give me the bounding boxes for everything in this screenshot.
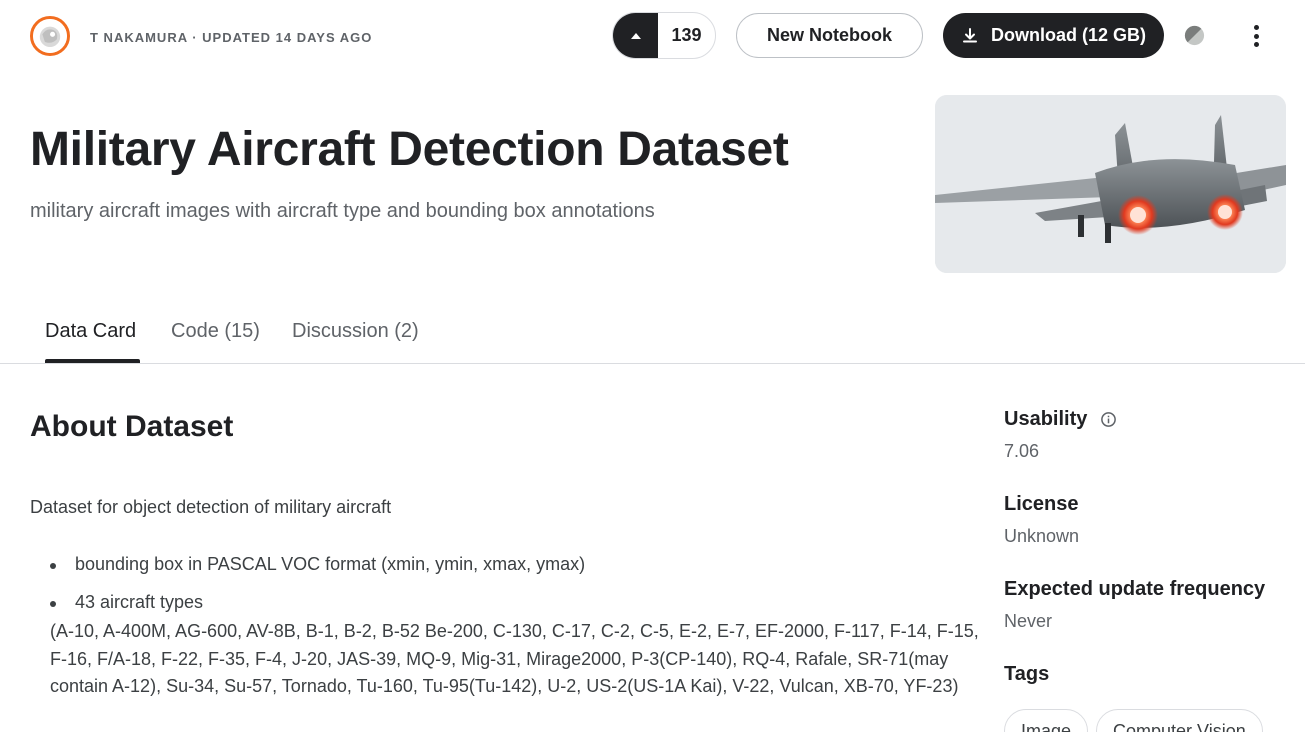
tab-discussion[interactable]: Discussion (2) [292,320,419,343]
top-bar: T NAKAMURA · UPDATED 14 DAYS AGO 139 New… [0,0,1305,72]
info-icon[interactable] [1100,411,1117,428]
tags-label: Tags [1004,663,1050,685]
tab-data-card[interactable]: Data Card [45,320,136,343]
new-notebook-button[interactable]: New Notebook [736,13,923,58]
download-button[interactable]: Download (12 GB) [943,13,1164,58]
dataset-subtitle: military aircraft images with aircraft t… [30,200,655,222]
bullet-icon [50,601,56,607]
license-label: License [1004,493,1079,515]
vote-count: 139 [671,25,702,45]
license-value: Unknown [1004,526,1080,546]
avatar-image [33,19,67,53]
upvote-control: 139 [612,12,716,59]
list-item-text: bounding box in PASCAL VOC format (xmin,… [75,554,586,574]
download-icon [962,27,977,42]
dataset-title: Military Aircraft Detection Dataset [30,123,789,176]
aircraft-types-list: (A-10, A-400M, AG-600, AV-8B, B-1, B-2, … [50,621,979,696]
download-label: Download (12 GB) [990,25,1146,45]
active-tab-indicator [45,359,140,363]
triangle-up-icon [630,32,641,39]
list-item-text: 43 aircraft types [75,592,204,612]
dataset-cover-image [935,95,1286,273]
tag-computer-vision[interactable]: Computer Vision [1096,709,1263,732]
author-avatar[interactable] [30,16,70,56]
upvote-button[interactable] [613,13,658,58]
tag-image[interactable]: Image [1004,709,1089,732]
usability-label: Usability [1004,408,1088,430]
about-heading: About Dataset [30,410,234,443]
usability-value: 7.06 [1004,441,1040,461]
about-intro: Dataset for object detection of military… [30,497,392,517]
theme-toggle-icon[interactable] [1183,24,1206,47]
update-frequency-label: Expected update frequency [1004,578,1266,600]
bullet-icon [50,563,56,569]
more-options-icon[interactable] [1244,22,1268,50]
update-frequency-value: Never [1004,611,1053,631]
fighter-jet-image [935,95,1286,273]
author-updated-line[interactable]: T NAKAMURA · UPDATED 14 DAYS AGO [90,30,372,45]
tab-bar: Data Card Code (15) Discussion (2) [0,300,1305,364]
tab-code[interactable]: Code (15) [171,320,260,343]
